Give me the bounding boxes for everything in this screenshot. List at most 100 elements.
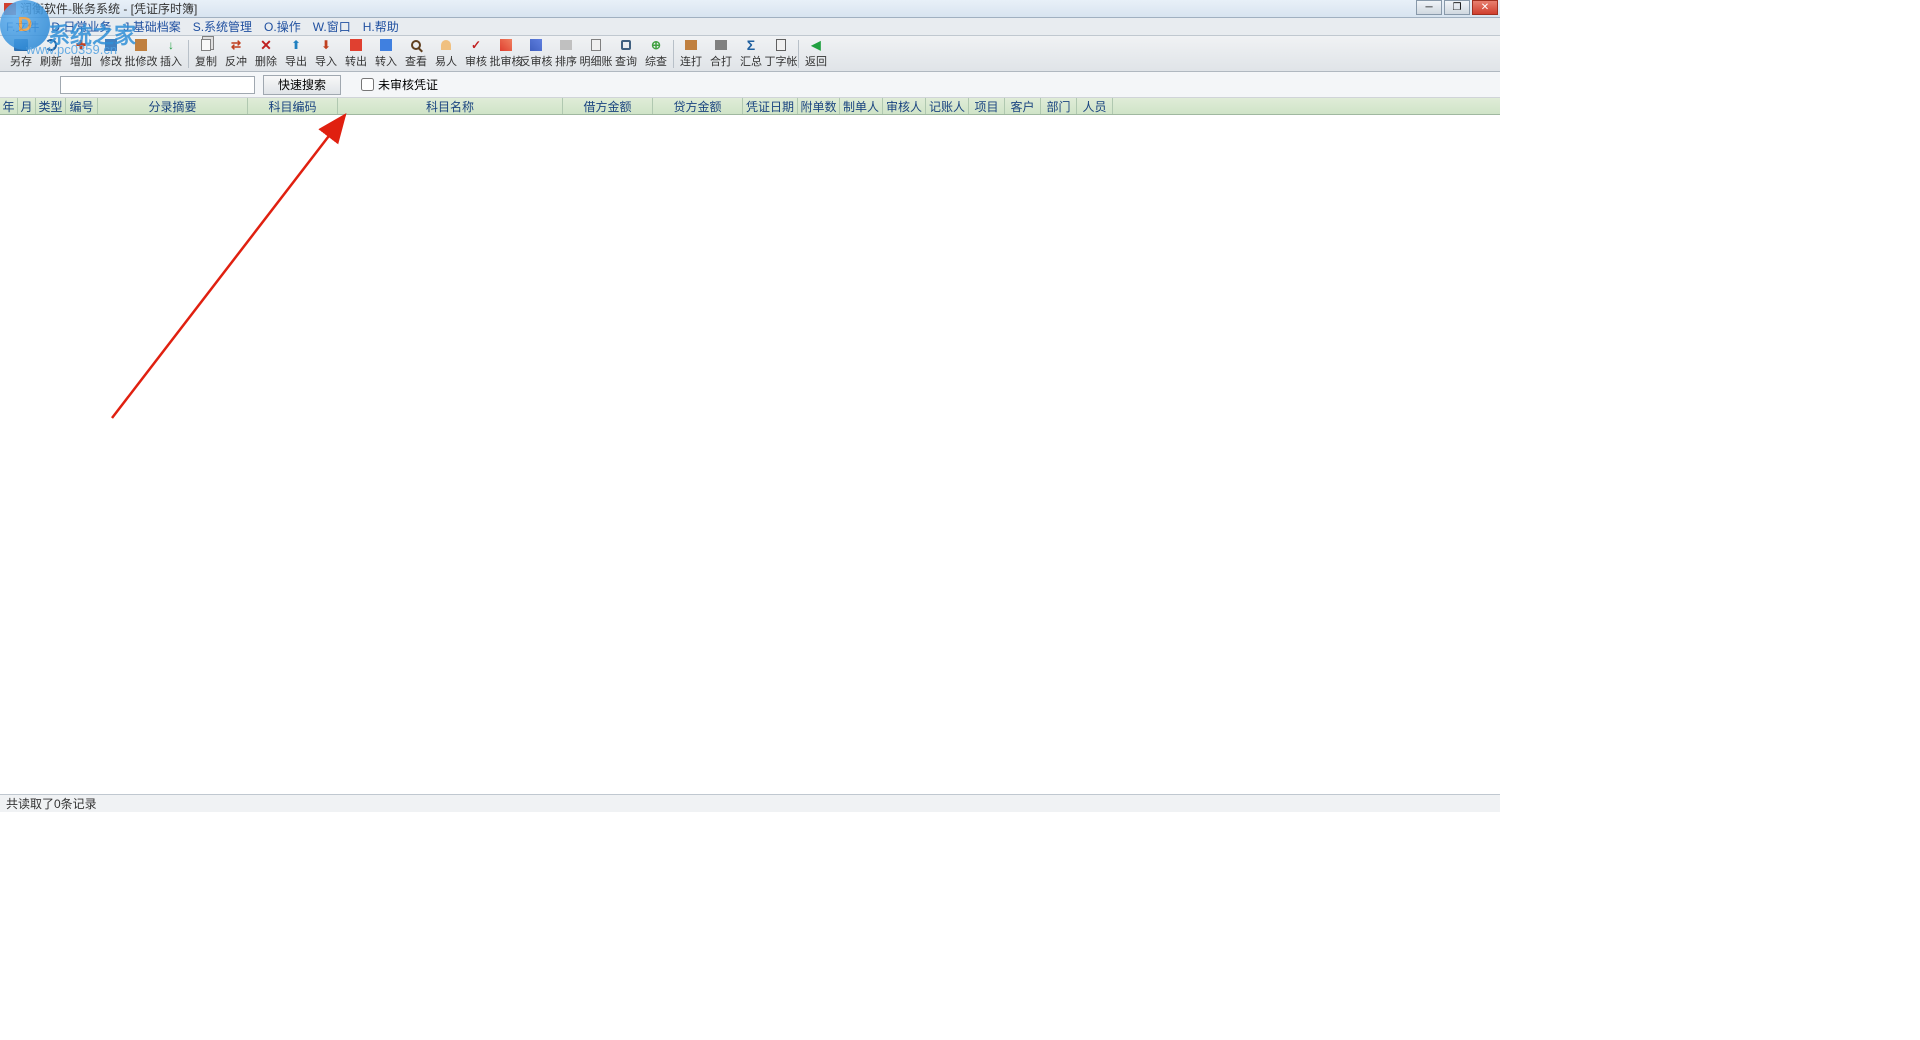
search-button[interactable]: 快速搜索: [263, 75, 341, 95]
tool-delete[interactable]: ✕删除: [251, 38, 281, 70]
unaudited-checkbox-wrap[interactable]: 未审核凭证: [361, 76, 438, 93]
tool-add[interactable]: ✚增加: [66, 38, 96, 70]
sum-icon: Σ: [743, 38, 759, 52]
batchaudit-icon: [498, 39, 514, 52]
edit-icon: [103, 39, 119, 52]
reverse-icon: ⇄: [228, 38, 244, 52]
export-icon: ⬆: [288, 38, 304, 52]
maximize-button[interactable]: ❐: [1444, 0, 1470, 15]
tool-batchedit[interactable]: 批修改: [126, 38, 156, 70]
tool-insert[interactable]: ↓插入: [156, 38, 186, 70]
tool-view[interactable]: 查看: [401, 38, 431, 70]
table-header: 年 月 类型 编号 分录摘要 科目编码 科目名称 借方金额 贷方金额 凭证日期 …: [0, 98, 1500, 115]
tool-query[interactable]: 查询: [611, 38, 641, 70]
search-input[interactable]: [60, 76, 255, 94]
sort-icon: [558, 39, 574, 52]
tool-import[interactable]: ⬇导入: [311, 38, 341, 70]
tool-back[interactable]: ◀返回: [801, 38, 831, 70]
tool-unaudit[interactable]: 反审核: [521, 38, 551, 70]
view-icon: [408, 39, 424, 52]
unaudited-label: 未审核凭证: [378, 76, 438, 93]
searchbar: 快速搜索 未审核凭证: [0, 72, 1500, 98]
app-icon: [4, 3, 16, 15]
tool-link[interactable]: 连打: [676, 38, 706, 70]
tool-person[interactable]: 易人: [431, 38, 461, 70]
window-controls: ─ ❐ ✕: [1416, 0, 1498, 15]
col-dept[interactable]: 部门: [1041, 98, 1077, 114]
col-type[interactable]: 类型: [36, 98, 66, 114]
col-month[interactable]: 月: [18, 98, 36, 114]
tool-export[interactable]: ⬆导出: [281, 38, 311, 70]
col-auditor[interactable]: 审核人: [883, 98, 926, 114]
tool-ledger[interactable]: 明细账: [581, 38, 611, 70]
col-debit[interactable]: 借方金额: [563, 98, 653, 114]
transferin-icon: [378, 39, 394, 52]
tool-batchaudit[interactable]: 批审核: [491, 38, 521, 70]
tool-transferin[interactable]: 转入: [371, 38, 401, 70]
col-year[interactable]: 年: [0, 98, 18, 114]
save-icon: [13, 39, 29, 52]
menu-help[interactable]: H.帮助: [361, 18, 401, 35]
tool-reverse[interactable]: ⇄反冲: [221, 38, 251, 70]
menu-daily[interactable]: D.日常业务: [49, 18, 113, 35]
data-grid[interactable]: [0, 115, 1500, 794]
col-name[interactable]: 科目名称: [338, 98, 563, 114]
query-icon: [618, 39, 634, 52]
col-summary[interactable]: 分录摘要: [98, 98, 248, 114]
separator: [673, 40, 674, 68]
menu-window[interactable]: W.窗口: [311, 18, 353, 35]
col-code[interactable]: 科目编码: [248, 98, 338, 114]
menu-basic[interactable]: J.基础档案: [121, 18, 182, 35]
toolbar: 另存 刷新 ✚增加 修改 批修改 ↓插入 复制 ⇄反冲 ✕删除 ⬆导出 ⬇导入 …: [0, 36, 1500, 72]
col-date[interactable]: 凭证日期: [743, 98, 798, 114]
tool-save[interactable]: 另存: [6, 38, 36, 70]
col-maker[interactable]: 制单人: [840, 98, 883, 114]
insert-icon: ↓: [163, 38, 179, 52]
unaudited-checkbox[interactable]: [361, 78, 374, 91]
delete-icon: ✕: [258, 38, 274, 52]
col-credit[interactable]: 贷方金额: [653, 98, 743, 114]
tool-sort[interactable]: 排序: [551, 38, 581, 70]
transferout-icon: [348, 39, 364, 52]
taccount-icon: [773, 39, 789, 52]
separator: [188, 40, 189, 68]
menu-system[interactable]: S.系统管理: [191, 18, 254, 35]
add-icon: ✚: [73, 38, 89, 52]
col-attach[interactable]: 附单数: [798, 98, 840, 114]
separator: [798, 40, 799, 68]
unaudit-icon: [528, 39, 544, 52]
tool-transferout[interactable]: 转出: [341, 38, 371, 70]
batchedit-icon: [133, 39, 149, 52]
col-number[interactable]: 编号: [66, 98, 98, 114]
check-icon: ⊕: [648, 38, 664, 52]
tool-check[interactable]: ⊕综查: [641, 38, 671, 70]
titlebar: 润衡软件-账务系统 - [凭证序时簿] ─ ❐ ✕: [0, 0, 1500, 18]
col-project[interactable]: 项目: [969, 98, 1005, 114]
close-button[interactable]: ✕: [1472, 0, 1498, 15]
person-icon: [438, 39, 454, 52]
tool-copy[interactable]: 复制: [191, 38, 221, 70]
col-poster[interactable]: 记账人: [926, 98, 969, 114]
import-icon: ⬇: [318, 38, 334, 52]
tool-taccount[interactable]: 丁字帐: [766, 38, 796, 70]
tool-audit[interactable]: ✓审核: [461, 38, 491, 70]
menubar: F.文件 D.日常业务 J.基础档案 S.系统管理 O.操作 W.窗口 H.帮助: [0, 18, 1500, 36]
tool-sum[interactable]: Σ汇总: [736, 38, 766, 70]
tool-edit[interactable]: 修改: [96, 38, 126, 70]
audit-icon: ✓: [468, 38, 484, 52]
tool-merge[interactable]: 合打: [706, 38, 736, 70]
tool-refresh[interactable]: 刷新: [36, 38, 66, 70]
back-icon: ◀: [808, 38, 824, 52]
menu-file[interactable]: F.文件: [4, 18, 41, 35]
col-person[interactable]: 人员: [1077, 98, 1113, 114]
refresh-icon: [43, 39, 59, 52]
minimize-button[interactable]: ─: [1416, 0, 1442, 15]
col-customer[interactable]: 客户: [1005, 98, 1041, 114]
link-icon: [683, 39, 699, 52]
status-text: 共读取了0条记录: [6, 795, 97, 812]
merge-icon: [713, 39, 729, 52]
window-title: 润衡软件-账务系统 - [凭证序时簿]: [20, 0, 197, 17]
copy-icon: [198, 39, 214, 52]
menu-operate[interactable]: O.操作: [262, 18, 303, 35]
statusbar: 共读取了0条记录: [0, 794, 1500, 812]
